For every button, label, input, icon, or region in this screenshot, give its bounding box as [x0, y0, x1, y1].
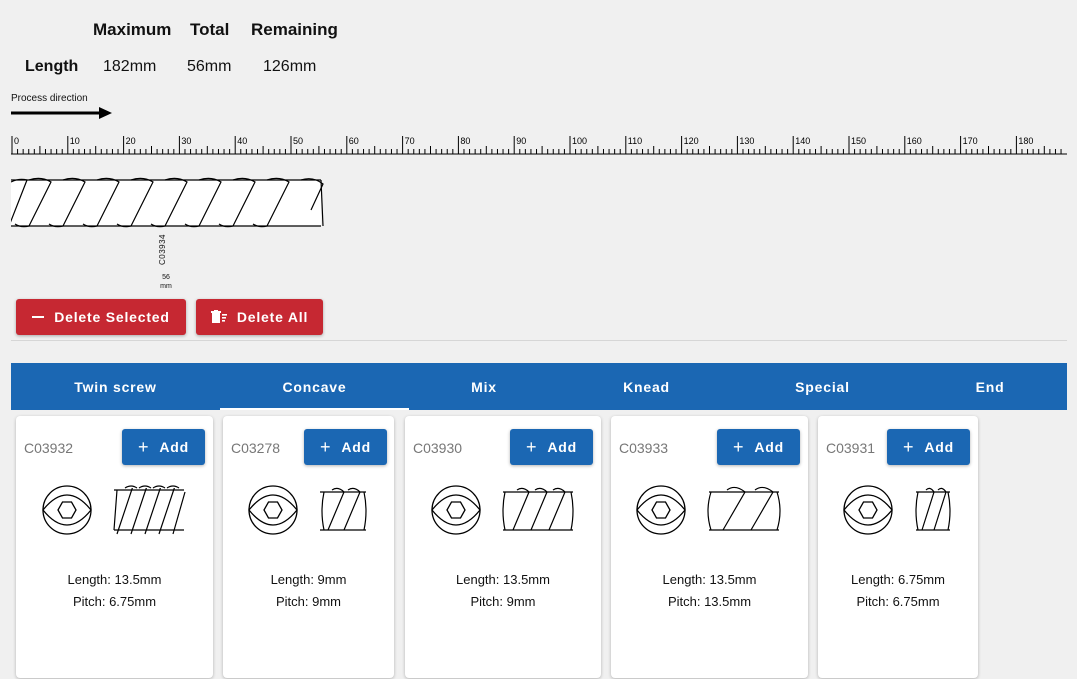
cross-section-icon	[42, 485, 92, 535]
add-label: Add	[924, 439, 954, 455]
plus-icon: +	[526, 437, 538, 457]
plus-icon: +	[320, 437, 332, 457]
element-preview	[248, 485, 367, 535]
element-code: C03278	[231, 440, 281, 456]
remaining-value: 126mm	[263, 58, 317, 75]
element-length: Length: 13.5mm	[662, 572, 757, 587]
length-ruler: 0 10 20 30 40 50 60 70 80 90 100 110 120 130 140 150 160…	[11, 136, 1067, 155]
element-code: C03930	[413, 440, 463, 456]
segment-code-label: C03934	[158, 234, 167, 266]
header-maximum: Maximum	[93, 20, 172, 39]
add-element-button[interactable]: + Add	[304, 429, 387, 465]
process-direction-label: Process direction	[11, 93, 88, 104]
screw-side-icon	[707, 486, 781, 531]
element-length: Length: 13.5mm	[456, 572, 550, 587]
element-preview	[431, 485, 574, 535]
add-label: Add	[547, 439, 577, 455]
element-card: C03932 + Add Length: 13.5mm Pitch: 6.75m…	[16, 416, 213, 678]
ruler-tick-label: 160	[907, 136, 922, 146]
tab-knead[interactable]: Knead	[559, 363, 734, 410]
segment-length-label: 56 mm	[156, 273, 176, 291]
element-pitch: Pitch: 9mm	[470, 594, 536, 609]
ruler-tick-label: 80	[460, 136, 470, 146]
element-length: Length: 13.5mm	[67, 572, 162, 587]
maximum-value: 182mm	[103, 58, 157, 75]
element-length: Length: 6.75mm	[851, 572, 945, 587]
ruler-tick-label: 60	[349, 136, 359, 146]
cross-section-icon	[636, 485, 686, 535]
screw-side-icon	[113, 485, 186, 535]
element-length: Length: 9mm	[270, 572, 347, 587]
add-element-button[interactable]: + Add	[510, 429, 593, 465]
element-code: C03931	[826, 440, 876, 456]
add-element-button[interactable]: + Add	[122, 429, 205, 465]
ruler-tick-label: 170	[963, 136, 978, 146]
screw-side-icon	[915, 487, 951, 531]
element-card: C03933 + Add Length: 13.5mm Pitch: 13.5m…	[611, 416, 808, 678]
ruler-tick-label: 90	[516, 136, 526, 146]
ruler-tick-label: 180	[1018, 136, 1033, 146]
minus-icon	[32, 316, 45, 318]
plus-icon: +	[138, 437, 150, 457]
ruler-tick-label: 120	[684, 136, 699, 146]
tab-twin-screw[interactable]: Twin screw	[11, 363, 220, 410]
element-card: C03278 + Add Length: 9mm Pitch: 9mm	[223, 416, 394, 678]
ruler-tick-label: 150	[851, 136, 866, 146]
assembled-screw-segment[interactable]	[11, 176, 325, 230]
ruler-tick-label: 20	[126, 136, 136, 146]
add-element-button[interactable]: + Add	[717, 429, 800, 465]
segment-length-value: 56	[162, 274, 170, 281]
process-direction-arrow-icon	[11, 107, 112, 119]
plus-icon: +	[903, 437, 915, 457]
ruler-tick-label: 70	[405, 136, 415, 146]
delete-selected-button[interactable]: Delete Selected	[16, 299, 186, 335]
delete-all-button[interactable]: Delete All	[196, 299, 323, 335]
add-label: Add	[754, 439, 784, 455]
cross-section-icon	[431, 485, 481, 535]
cross-section-icon	[843, 485, 893, 535]
ruler-tick-label: 10	[70, 136, 80, 146]
category-tabs: Twin screw Concave Mix Knead Special End	[11, 363, 1067, 410]
tab-special[interactable]: Special	[734, 363, 911, 410]
element-preview	[42, 485, 186, 535]
cross-section-icon	[248, 485, 298, 535]
delete-all-label: Delete All	[236, 309, 309, 325]
element-card: C03931 + Add Length: 6.75mm Pitch: 6.75m…	[818, 416, 978, 678]
element-pitch: Pitch: 6.75mm	[72, 594, 157, 609]
row-label-length: Length	[25, 58, 79, 75]
add-label: Add	[159, 439, 189, 455]
header-remaining: Remaining	[251, 20, 338, 39]
element-preview	[843, 485, 951, 535]
ruler-tick-label: 140	[795, 136, 810, 146]
segment-length-unit: mm	[160, 283, 172, 290]
ruler-tick-label: 110	[628, 136, 642, 146]
element-code: C03933	[619, 440, 669, 456]
element-pitch: Pitch: 6.75mm	[856, 594, 940, 609]
tab-end[interactable]: End	[911, 363, 1069, 410]
element-preview	[636, 485, 781, 535]
ruler-tick-label: 50	[293, 136, 303, 146]
total-value: 56mm	[187, 58, 232, 75]
plus-icon: +	[733, 437, 745, 457]
section-divider	[11, 340, 1067, 341]
element-pitch: Pitch: 13.5mm	[667, 594, 752, 609]
ruler-tick-label: 130	[739, 136, 754, 146]
add-label: Add	[341, 439, 371, 455]
screw-side-icon	[320, 487, 367, 531]
delete-selected-label: Delete Selected	[54, 309, 170, 325]
add-element-button[interactable]: + Add	[887, 429, 970, 465]
header-total: Total	[190, 20, 230, 39]
screw-side-icon	[502, 487, 574, 531]
delete-sweep-icon	[210, 310, 227, 323]
tab-mix[interactable]: Mix	[409, 363, 559, 410]
ruler-tick-label: 0	[14, 136, 19, 146]
element-code: C03932	[24, 440, 74, 456]
ruler-tick-label: 30	[181, 136, 191, 146]
ruler-tick-label: 100	[572, 136, 587, 146]
element-card: C03930 + Add Length: 13.5mm Pitch: 9mm	[405, 416, 601, 678]
element-pitch: Pitch: 9mm	[275, 594, 341, 609]
tab-concave[interactable]: Concave	[220, 363, 409, 410]
ruler-tick-label: 40	[237, 136, 247, 146]
